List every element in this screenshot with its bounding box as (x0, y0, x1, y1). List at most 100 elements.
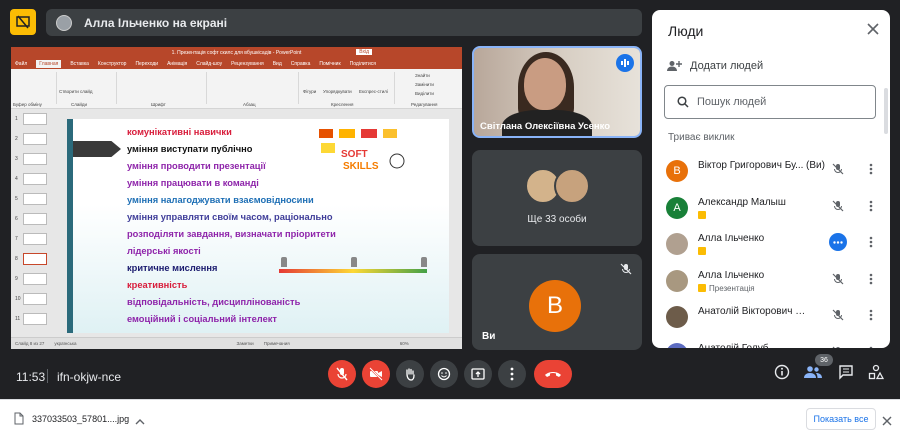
more-participants-tile[interactable]: Ще 33 особи (472, 150, 642, 246)
ribbon-tab[interactable]: Рецензування (231, 61, 264, 67)
muted-mic-icon[interactable] (832, 162, 844, 180)
status-zoom: 60% (399, 341, 409, 346)
status-slide-count: Слайд 8 из 27 (15, 341, 45, 346)
meeting-code: ifn-okjw-nce (57, 370, 122, 384)
add-people-button[interactable]: Додати людей (666, 60, 763, 72)
more-vert-icon[interactable] (869, 308, 873, 326)
slide-text-line: уміння виступати публічно (127, 144, 253, 154)
participant-row[interactable]: В Віктор Григорович Бу... (Ви) (666, 156, 886, 192)
raise-hand-button[interactable] (396, 360, 424, 388)
ribbon-label: Виділити (415, 91, 434, 96)
ribbon-tab[interactable]: Поділитися (350, 61, 376, 67)
self-tile[interactable]: В Ви (472, 254, 642, 350)
meeting-controls-bar: 11:53 ifn-okjw-nce (0, 354, 900, 398)
slide-thumbnail[interactable]: 5 (15, 193, 49, 205)
scale-figure (351, 257, 357, 267)
muted-mic-icon (620, 262, 632, 280)
leave-call-button[interactable] (534, 360, 572, 388)
more-vert-icon[interactable] (869, 162, 873, 180)
activities-icon[interactable] (868, 364, 885, 385)
more-vert-icon[interactable] (869, 235, 873, 253)
ribbon-group-label: Слайди (71, 102, 88, 107)
presenting-badge (698, 247, 706, 255)
more-options-button[interactable] (498, 360, 526, 388)
file-icon (14, 412, 24, 425)
ribbon-tab[interactable]: Файл (15, 61, 27, 67)
muted-mic-icon[interactable] (832, 345, 844, 348)
slide-thumbnail[interactable]: 9 (15, 273, 49, 285)
more-actions-icon[interactable] (829, 233, 847, 251)
more-participants-label: Ще 33 особи (527, 214, 587, 225)
slide-thumbnail-image (23, 153, 47, 165)
ribbon-group-font (117, 72, 207, 104)
search-people-input[interactable]: Пошук людей (664, 85, 876, 119)
slide-thumbnail-number: 5 (15, 196, 18, 202)
presenter-label: Алла Ільченко на екрані (84, 15, 228, 30)
slide-thumbnail[interactable]: 4 (15, 173, 49, 185)
close-icon[interactable] (866, 22, 880, 41)
present-now-button[interactable] (464, 360, 492, 388)
download-file-name: 337033503_57801....jpg (32, 413, 130, 424)
toggle-mic-button[interactable] (328, 360, 356, 388)
slide-thumbnail[interactable]: 10 (15, 293, 49, 305)
ribbon-label: Фігури (303, 89, 317, 94)
ribbon-tab[interactable]: Вставка (70, 61, 89, 67)
slide-thumbnail[interactable]: 1 (15, 113, 49, 125)
more-vert-icon[interactable] (869, 199, 873, 217)
people-scrollbar[interactable] (884, 88, 888, 134)
more-vert-icon[interactable] (869, 272, 873, 290)
speaking-indicator-icon (616, 54, 634, 72)
you-label: (Ви) (806, 160, 825, 171)
ppt-signin-button: Вхід (356, 49, 372, 55)
more-vert-icon[interactable] (869, 345, 873, 348)
participant-row[interactable]: Алла Ільченко (666, 229, 886, 265)
download-item[interactable]: 337033503_57801....jpg (14, 412, 129, 425)
slide-thumbnail[interactable]: 3 (15, 153, 49, 165)
speaker-name: Світлана Олексіївна Усенко (480, 121, 611, 132)
participant-name: Анатолій Голуб (698, 342, 769, 349)
presenting-badge (698, 210, 706, 219)
in-call-section-label: Триває виклик (668, 132, 735, 143)
ribbon-tab[interactable]: Анімація (167, 61, 187, 67)
slide-thumbnail[interactable]: 2 (15, 133, 49, 145)
slide-thumbnail-image (23, 133, 47, 145)
speaker-tile[interactable]: Світлана Олексіївна Усенко (472, 46, 642, 138)
presenting-icon (698, 247, 706, 255)
slide-thumbnail[interactable]: 6 (15, 213, 49, 225)
meeting-details-icon[interactable] (774, 364, 790, 385)
reactions-button[interactable] (430, 360, 458, 388)
slide-thumbnail[interactable]: 8 (15, 253, 49, 265)
participant-row[interactable]: А Анатолій Голуб (666, 339, 886, 349)
participant-avatar (666, 306, 688, 328)
ribbon-tab[interactable]: Вид (273, 61, 282, 67)
people-icon[interactable] (804, 364, 822, 385)
participant-avatar: А (666, 196, 688, 219)
muted-mic-icon[interactable] (832, 308, 844, 326)
chat-icon[interactable] (838, 364, 854, 385)
toggle-camera-button[interactable] (362, 360, 390, 388)
slide-thumbnail-number: 3 (15, 156, 18, 162)
ribbon-tab[interactable]: Переходи (135, 61, 158, 67)
show-all-button[interactable]: Показать все (806, 408, 876, 430)
muted-mic-icon[interactable] (832, 272, 844, 290)
ppt-window-title: 1. Презентація софт скилс для вбушкісаді… (171, 50, 302, 56)
ribbon-tab[interactable]: Помічник (319, 61, 340, 67)
participant-row[interactable]: Анатолій Вікторович Ант... (666, 302, 886, 338)
add-person-icon (667, 61, 682, 71)
participant-row[interactable]: А Александр Малыш (666, 193, 886, 229)
ribbon-tab[interactable]: Конструктор (98, 61, 127, 67)
muted-mic-icon[interactable] (832, 199, 844, 217)
participant-name: Алла Ільченко (698, 269, 765, 281)
close-icon[interactable] (882, 413, 892, 431)
participant-row[interactable]: Алла Ільченко Презентація (666, 266, 886, 302)
presentation-icon[interactable] (10, 9, 36, 35)
ppt-ribbon-tabs: Файл Главная Вставка Конструктор Переходи Ані… (11, 59, 462, 69)
ribbon-tab[interactable]: Справка (291, 61, 311, 67)
slide-thumbnail[interactable]: 7 (15, 233, 49, 245)
slide-thumbnail-image (23, 313, 47, 325)
participant-avatar (554, 168, 590, 204)
chevron-up-icon[interactable] (135, 413, 145, 431)
ribbon-tab[interactable]: Главная (36, 60, 62, 68)
ribbon-tab[interactable]: Слайд-шоу (196, 61, 222, 67)
slide-thumbnail[interactable]: 11 (15, 313, 49, 325)
